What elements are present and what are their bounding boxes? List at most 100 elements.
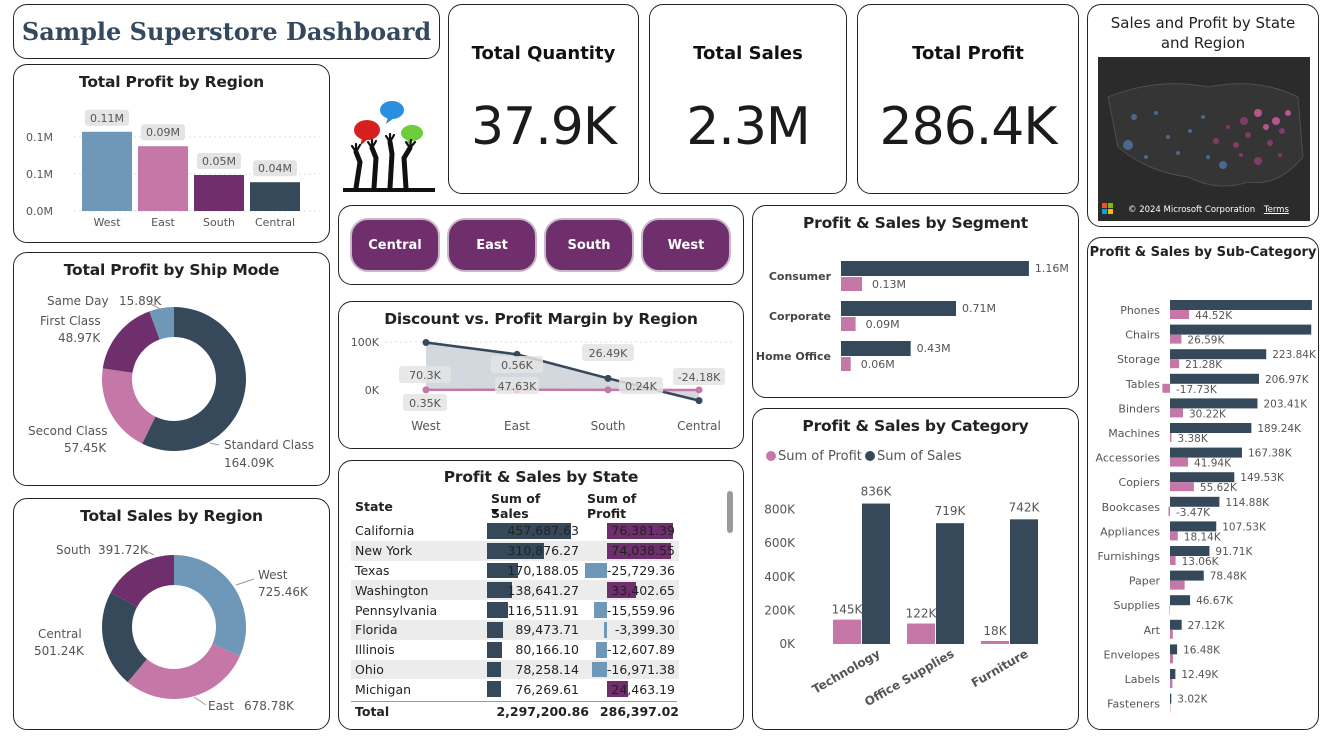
bar — [250, 182, 300, 211]
map-bubble — [1213, 138, 1219, 144]
map-bubble — [1188, 129, 1192, 133]
data-label: 0.71M — [962, 302, 996, 315]
discount-margin-card: Discount vs. Profit Margin by Region 100… — [338, 301, 744, 449]
bar-sales — [1170, 570, 1204, 581]
sales-bar — [487, 621, 504, 638]
y-tick-label: 100K — [351, 336, 380, 349]
state-cell: Texas — [355, 562, 390, 578]
data-label: 30.22K — [1189, 408, 1227, 420]
data-label: 0.56K — [501, 359, 533, 372]
profit-cell: -3,399.30 — [583, 619, 679, 640]
profit-cell: -15,559.96 — [583, 600, 679, 620]
point — [695, 386, 703, 394]
dashboard-title-card: Sample Superstore Dashboard — [13, 4, 440, 59]
sales-value: 457,687.63 — [507, 523, 579, 539]
terms-link[interactable]: Terms — [1264, 205, 1289, 215]
table-row[interactable]: Texas 170,188.05 -25,729.36 — [351, 561, 679, 581]
state-cell: California — [355, 523, 415, 539]
map-bubble — [1254, 109, 1262, 117]
table-row[interactable]: Pennsylvania 116,511.91 -15,559.96 — [351, 600, 679, 620]
bar-sales — [1170, 619, 1182, 630]
bar-profit — [1170, 334, 1182, 344]
category-label: Home Office — [756, 350, 831, 363]
slice-label-name: First Class — [40, 314, 101, 328]
bar-profit — [1170, 457, 1189, 467]
category-label: Labels — [1125, 673, 1161, 686]
map-bubble — [1245, 132, 1251, 138]
data-label: 12.49K — [1181, 669, 1219, 681]
profit-by-ship-mode-card: Total Profit by Ship Mode Standard Class… — [13, 252, 330, 486]
data-label: 836K — [861, 485, 893, 499]
profit-by-region-chart: 0.1M 0.1M 0.0M 0.11M West 0.09M East 0.05M South… — [26, 109, 320, 229]
table-row[interactable]: Washington 138,641.27 33,402.65 — [351, 580, 679, 601]
data-label: 0.09M — [146, 126, 180, 139]
slicer-button-east[interactable]: East — [447, 218, 537, 272]
data-label: 167.38K — [1248, 448, 1293, 460]
sales-cell: 457,687.63 — [487, 521, 583, 541]
legend-marker — [865, 451, 875, 461]
data-label: -3.47K — [1176, 507, 1211, 519]
x-tick-label: West — [411, 419, 441, 433]
data-label: 46.67K — [1196, 595, 1234, 607]
slice-label-value: 48.97K — [58, 331, 101, 345]
data-label: 203.41K — [1263, 398, 1308, 410]
map-bubble — [1219, 161, 1227, 169]
data-label: 0.35K — [409, 397, 441, 410]
profit-value: 76,381.39 — [611, 523, 675, 539]
table-row[interactable]: New York 310,876.27 74,038.55 — [351, 540, 679, 561]
bar-sales — [841, 301, 957, 316]
kpi-total-profit: Total Profit 286.4K — [857, 4, 1079, 194]
bar-profit — [841, 357, 851, 371]
data-label: 18K — [983, 624, 1007, 638]
discount-margin-chart: 100K 0K 70.3K 0.56K 26.49K -24.18K 0.35K 47.63K… — [351, 336, 735, 433]
table-row[interactable]: Michigan 76,269.61 24,463.19 — [351, 679, 679, 699]
profit-by-region-card: Total Profit by Region 0.1M 0.1M 0.0M 0.11M… — [13, 64, 330, 243]
category-label: Appliances — [1100, 525, 1160, 538]
leader-line — [209, 442, 220, 446]
data-label: 0.13M — [872, 278, 906, 291]
category-label: Corporate — [769, 310, 831, 323]
table-row[interactable]: Florida 89,473.71 -3,399.30 — [351, 619, 679, 640]
profit-cell: -12,607.89 — [583, 640, 679, 660]
legend-label: Sum of Profit — [778, 449, 862, 464]
y-tick-label: 0K — [365, 384, 380, 397]
kpi-total-sales: Total Sales 2.3M — [649, 4, 847, 194]
category-label: Tables — [1125, 378, 1160, 391]
sort-arrow-icon[interactable] — [491, 509, 499, 514]
chart-title: Profit & Sales by State — [443, 468, 639, 486]
profit-value: -25,729.36 — [606, 562, 675, 578]
table-row[interactable]: Illinois 80,166.10 -12,607.89 — [351, 640, 679, 660]
table-row[interactable]: California 457,687.63 76,381.39 — [351, 521, 679, 541]
donut-slice — [102, 311, 160, 373]
sales-cell: 78,258.14 — [487, 659, 583, 680]
map-bubble — [1272, 117, 1280, 125]
subcategory-chart: Phones 330.01K 44.52K Chairs 328.45K 26.59K St… — [1096, 300, 1318, 713]
table-scrollbar[interactable] — [727, 491, 733, 533]
map-view[interactable]: © 2024 Microsoft Corporation Terms — [1098, 57, 1310, 221]
data-label: -24.18K — [678, 371, 721, 384]
sales-value: 170,188.05 — [507, 562, 579, 578]
chart-title: Sales and Profit by State and Region — [1110, 14, 1296, 52]
x-tick-label: South — [203, 216, 235, 229]
slicer-button-central[interactable]: Central — [350, 218, 440, 272]
bar — [82, 131, 132, 211]
profit-bar — [592, 661, 607, 678]
x-tick-label: West — [93, 216, 121, 229]
profit-cell: -25,729.36 — [583, 561, 679, 581]
table-total-row: Total 2,297,200.86 286,397.02 — [351, 704, 681, 719]
category-card: Profit & Sales by Category Sum of Profit… — [752, 408, 1079, 730]
slicer-button-south[interactable]: South — [544, 218, 634, 272]
column-header-state[interactable]: State — [351, 491, 487, 521]
kpi-label: Total Profit — [912, 43, 1024, 64]
legend-label: Sum of Sales — [877, 449, 962, 464]
segment-chart: Consumer 1.16M 0.13M Corporate 0.71M 0.09M Hom… — [756, 261, 1069, 371]
slicer-button-west[interactable]: West — [641, 218, 731, 272]
column-header-profit[interactable]: Sum of Profit — [583, 491, 679, 521]
donut-slice — [174, 555, 246, 656]
category-label: Envelopes — [1104, 648, 1161, 661]
point — [604, 374, 612, 382]
column-header-sales[interactable]: Sum of Sales — [487, 491, 583, 521]
bar-profit — [1162, 383, 1170, 393]
table-row[interactable]: Ohio 78,258.14 -16,971.38 — [351, 659, 679, 680]
bar-sales — [936, 523, 964, 644]
